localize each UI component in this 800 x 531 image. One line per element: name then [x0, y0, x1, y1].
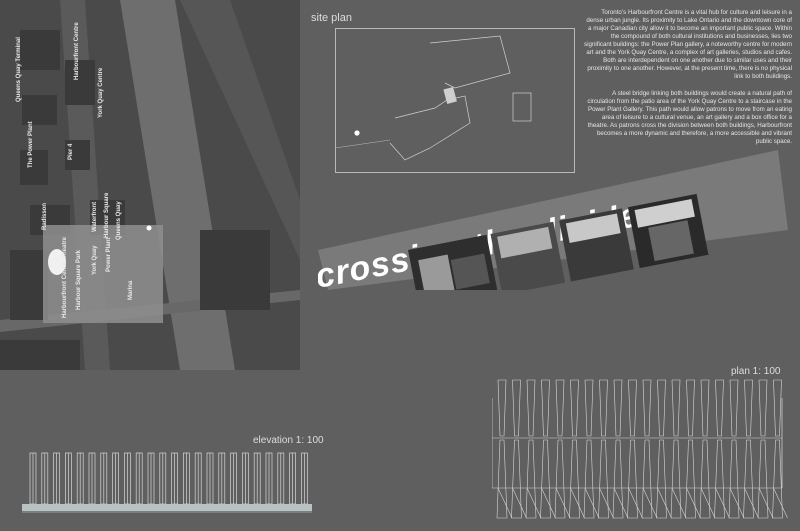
map-label-12: York Quay [92, 245, 98, 275]
map-label-9: Queens Quay [116, 201, 122, 240]
map-label-4: The Power Plant [28, 121, 34, 168]
plan-title: plan 1: 100 [731, 366, 781, 377]
map-label-10: Harbourfront Centre Theatre [62, 236, 68, 318]
description-paragraph-2: A steel bridge linking both buildings wo… [587, 90, 792, 145]
map-label-5: Pier 4 [68, 143, 74, 160]
elevation-drawing [22, 452, 312, 513]
map-label-1: Queens Quay Terminal [16, 37, 22, 102]
title-banner: crossing the divide [318, 150, 788, 290]
site-plan-title: site plan [311, 12, 352, 24]
map-label-7: Waterfront [92, 202, 98, 232]
description-paragraph-1: Toronto’s Harbourfront Centre is a vital… [584, 9, 792, 80]
aerial-site-map: Queens Quay Terminal Harbourfront Centre… [0, 0, 300, 370]
map-label-11: Harbour Square Park [76, 249, 82, 310]
project-description: Toronto’s Harbourfront Centre is a vital… [584, 9, 792, 155]
map-label-8: Harbour Square [104, 192, 110, 238]
plan-drawing [492, 379, 788, 519]
map-label-2: Harbourfront Centre [74, 22, 80, 80]
map-label-14: Marina [128, 280, 134, 300]
map-label-6: Radisson [42, 203, 48, 230]
map-label-3: York Quay Centre [98, 67, 104, 118]
elevation-title: elevation 1: 100 [253, 435, 324, 446]
map-label-13: Power Plant [106, 238, 112, 272]
